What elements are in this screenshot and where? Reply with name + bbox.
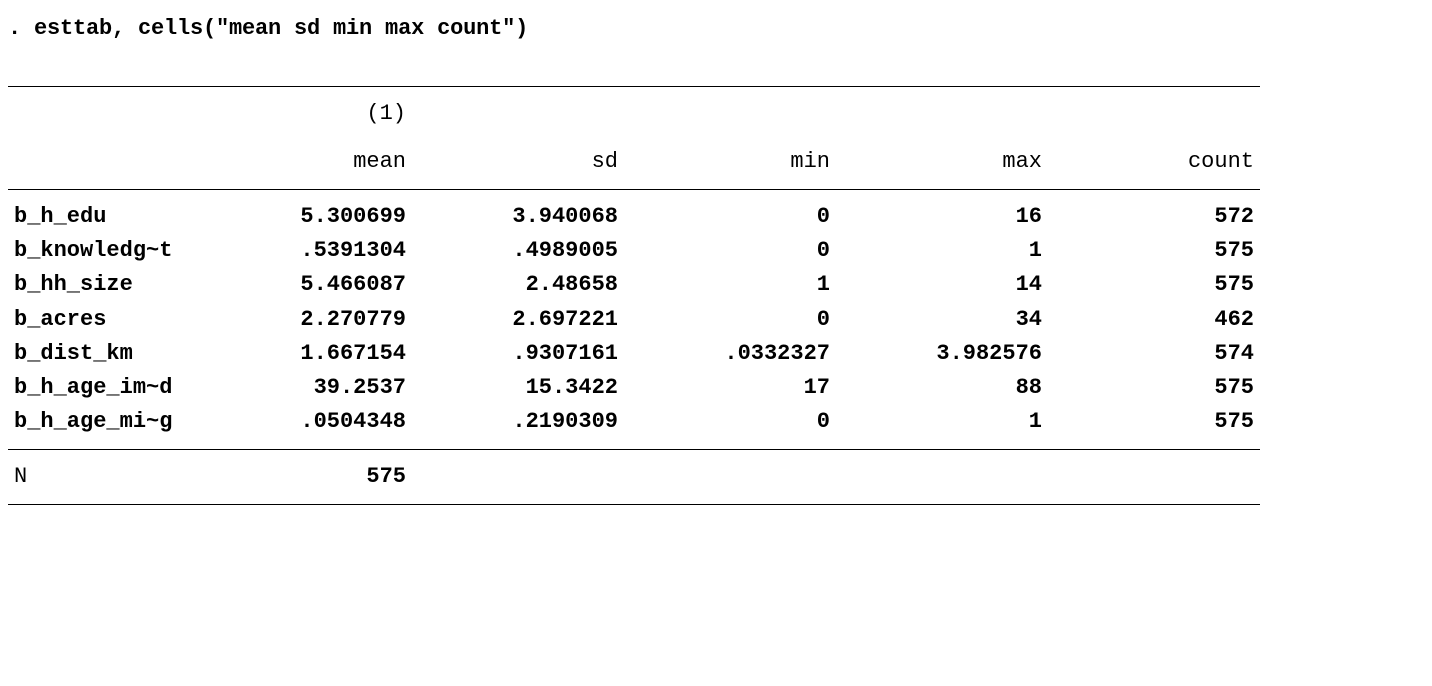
row-max: 88 [836, 371, 1048, 405]
row-sd: .2190309 [412, 405, 624, 450]
row-name: b_hh_size [8, 268, 200, 302]
header-varname [8, 145, 200, 190]
row-min: .0332327 [624, 337, 836, 371]
row-count: 572 [1048, 190, 1260, 235]
row-max: 3.982576 [836, 337, 1048, 371]
row-max: 1 [836, 405, 1048, 450]
stats-table: (1) mean sd min max count b_h_edu 5.3006… [8, 86, 1260, 505]
row-mean: 5.300699 [200, 190, 412, 235]
table-row: b_acres 2.270779 2.697221 0 34 462 [8, 303, 1260, 337]
row-min: 0 [624, 405, 836, 450]
row-mean: 2.270779 [200, 303, 412, 337]
row-count: 462 [1048, 303, 1260, 337]
model-label: (1) [200, 87, 412, 132]
row-name: b_dist_km [8, 337, 200, 371]
row-name: b_h_age_mi~g [8, 405, 200, 450]
command-line: . esttab, cells("mean sd min max count") [8, 12, 1424, 46]
header-min: min [624, 145, 836, 190]
row-count: 574 [1048, 337, 1260, 371]
row-mean: 39.2537 [200, 371, 412, 405]
row-name: b_knowledg~t [8, 234, 200, 268]
table-row: b_h_age_mi~g .0504348 .2190309 0 1 575 [8, 405, 1260, 450]
row-name: b_h_edu [8, 190, 200, 235]
row-name: b_acres [8, 303, 200, 337]
row-min: 0 [624, 234, 836, 268]
row-count: 575 [1048, 268, 1260, 302]
table-row: b_h_age_im~d 39.2537 15.3422 17 88 575 [8, 371, 1260, 405]
header-count: count [1048, 145, 1260, 190]
row-sd: .4989005 [412, 234, 624, 268]
model-label-spacer [8, 87, 200, 132]
row-sd: 3.940068 [412, 190, 624, 235]
header-max: max [836, 145, 1048, 190]
row-sd: 2.697221 [412, 303, 624, 337]
row-count: 575 [1048, 405, 1260, 450]
n-value: 575 [200, 449, 412, 504]
table-row: b_h_edu 5.300699 3.940068 0 16 572 [8, 190, 1260, 235]
row-count: 575 [1048, 371, 1260, 405]
row-sd: .9307161 [412, 337, 624, 371]
table-row: b_dist_km 1.667154 .9307161 .0332327 3.9… [8, 337, 1260, 371]
row-max: 34 [836, 303, 1048, 337]
row-name: b_h_age_im~d [8, 371, 200, 405]
row-max: 16 [836, 190, 1048, 235]
row-min: 0 [624, 190, 836, 235]
row-mean: 5.466087 [200, 268, 412, 302]
row-count: 575 [1048, 234, 1260, 268]
row-max: 1 [836, 234, 1048, 268]
header-sd: sd [412, 145, 624, 190]
row-mean: .5391304 [200, 234, 412, 268]
row-min: 1 [624, 268, 836, 302]
row-sd: 15.3422 [412, 371, 624, 405]
table-row: b_knowledg~t .5391304 .4989005 0 1 575 [8, 234, 1260, 268]
row-sd: 2.48658 [412, 268, 624, 302]
header-mean: mean [200, 145, 412, 190]
footer-row: N 575 [8, 449, 1260, 504]
row-mean: .0504348 [200, 405, 412, 450]
n-label: N [8, 449, 200, 504]
table-row: b_hh_size 5.466087 2.48658 1 14 575 [8, 268, 1260, 302]
row-max: 14 [836, 268, 1048, 302]
row-mean: 1.667154 [200, 337, 412, 371]
row-min: 0 [624, 303, 836, 337]
row-min: 17 [624, 371, 836, 405]
